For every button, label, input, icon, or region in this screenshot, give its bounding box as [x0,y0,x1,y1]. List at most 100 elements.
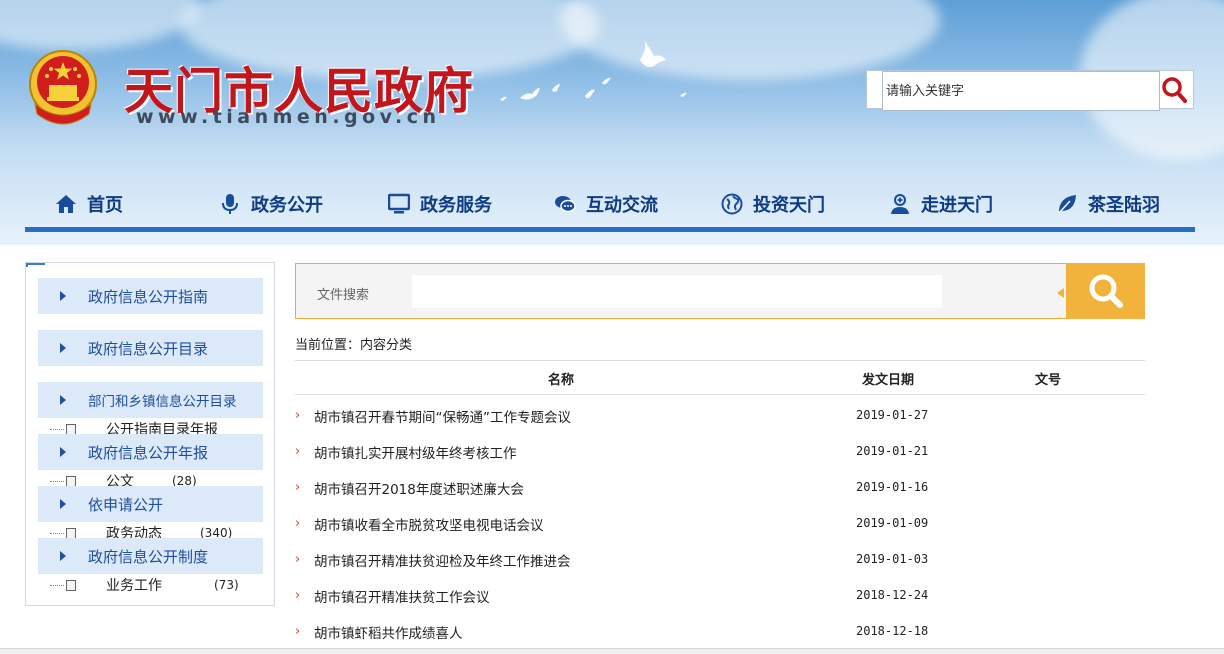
search-icon [1089,274,1123,308]
nav-item-about-tianmen[interactable]: 走进天门 [889,185,993,223]
sidebar-item-label: 部门和乡镇信息公开目录 [88,394,237,410]
monitor-icon [388,193,410,214]
article-link[interactable]: 胡市镇召开精准扶贫迎检及年终工作推进会 [314,550,571,570]
nav-label: 政务服务 [420,195,492,216]
file-search-input[interactable] [412,275,942,308]
caret-right-icon [60,499,66,509]
sidebar-item-label: 政府信息公开年报 [88,443,209,462]
caret-right-icon [60,291,66,301]
nav-label: 投资天门 [753,195,825,216]
document-icon [66,527,76,539]
article-date: 2019-01-09 [856,516,929,530]
sidebar-item-disclosure-catalog[interactable]: 政府信息公开目录 [38,330,263,366]
arrow-right-icon: › [295,588,301,603]
table-row: › 胡市镇收看全市脱贫攻坚电视电话会议 2019-01-09 [295,511,1145,547]
file-search-caret [1057,288,1064,298]
caret-right-icon [60,447,66,457]
sidebar-corner-decoration [26,263,45,267]
article-link[interactable]: 胡市镇召开精准扶贫工作会议 [314,586,490,606]
article-date: 2018-12-18 [856,624,929,638]
sidebar-item-disclosure-system[interactable]: 政府信息公开制度 [38,538,263,574]
article-date: 2019-01-03 [856,552,929,566]
nav-divider-bar [25,227,1195,232]
column-header-number: 文号 [1035,373,1062,388]
arrow-right-icon: › [295,408,301,423]
article-link[interactable]: 胡市镇召开2018年度述职述廉大会 [314,478,524,498]
tree-item-count: (73) [214,578,239,592]
nav-label: 互动交流 [586,195,658,216]
divider [295,394,1145,395]
table-row: › 胡市镇召开春节期间“保畅通”工作专题会议 2019-01-27 [295,403,1145,439]
search-icon[interactable] [1160,75,1190,105]
tree-branch-line [50,532,64,534]
table-row: › 胡市镇召开2018年度述职述廉大会 2019-01-16 [295,475,1145,511]
sidebar-item-label: 政府信息公开制度 [88,547,209,566]
nav-label: 政务公开 [251,195,323,216]
sidebar-item-label: 政府信息公开指南 [88,287,209,306]
file-search-bar: 文件搜索 [295,263,1145,319]
arrow-right-icon: › [295,516,301,531]
sidebar-item-disclosure-guide[interactable]: 政府信息公开指南 [38,278,263,314]
sidebar-item-annual-report[interactable]: 政府信息公开年报 [38,434,263,470]
nav-item-tea-sage-lu-yu[interactable]: 茶圣陆羽 [1056,185,1160,223]
caret-right-icon [60,551,66,561]
home-icon [56,195,76,213]
nav-label: 走进天门 [921,195,993,216]
nav-item-interaction[interactable]: 互动交流 [554,185,658,223]
article-date: 2019-01-16 [856,480,929,494]
article-link[interactable]: 胡市镇扎实开展村级年终考核工作 [314,442,517,462]
site-url: www.tianmen.gov.cn [136,106,441,128]
site-search-box [866,70,1194,111]
nav-item-invest-tianmen[interactable]: 投资天门 [721,185,825,223]
microphone-icon [222,194,238,214]
cloud-decoration [0,0,200,50]
breadcrumb: 当前位置：内容分类 [295,338,413,353]
article-date: 2019-01-21 [856,444,929,458]
nav-item-government-services[interactable]: 政务服务 [388,185,492,223]
sidebar: 公开指南目录年报 公文 (28) 政务动态 (340) 业务工作 (73) 政府… [25,262,275,606]
doves-decoration-icon [500,40,687,101]
main-nav: 首页 政务公开 政务服务 互动交流 投资天门 走进天门 茶圣陆羽 [25,185,1195,227]
sidebar-item-label: 政府信息公开目录 [88,339,209,358]
document-icon [66,423,76,435]
nav-label: 茶圣陆羽 [1088,195,1160,216]
chat-bubble-icon [555,196,576,213]
article-date: 2019-01-27 [856,408,929,422]
sidebar-item-department-township-catalog[interactable]: 部门和乡镇信息公开目录 [38,382,263,418]
table-row: › 胡市镇召开精准扶贫工作会议 2018-12-24 [295,583,1145,619]
arrow-right-icon: › [295,480,301,495]
document-icon [66,579,76,591]
tree-item-label: 业务工作 [106,578,162,594]
caret-right-icon [60,395,66,405]
divider [295,360,1145,361]
national-emblem-icon [29,50,97,125]
user-plus-icon [891,194,909,214]
site-header: 天门市人民政府 www.tianmen.gov.cn 首页 政务公开 [0,0,1224,245]
globe-icon [721,193,743,215]
site-search-input[interactable] [882,71,1160,111]
article-link[interactable]: 胡市镇虾稻共作成绩喜人 [314,622,463,642]
sidebar-item-label: 依申请公开 [88,495,164,514]
article-link[interactable]: 胡市镇收看全市脱贫攻坚电视电话会议 [314,514,544,534]
article-date: 2018-12-24 [856,588,929,602]
nav-label: 首页 [87,195,123,216]
file-search-button[interactable] [1066,263,1145,319]
caret-right-icon [60,343,66,353]
arrow-right-icon: › [295,444,301,459]
arrow-right-icon: › [295,552,301,567]
tree-item-business-work[interactable]: 业务工作 (73) [50,575,239,595]
tree-branch-line [50,584,64,586]
nav-item-home[interactable]: 首页 [55,185,123,223]
article-link[interactable]: 胡市镇召开春节期间“保畅通”工作专题会议 [314,406,571,426]
arrow-right-icon: › [295,624,301,639]
nav-item-government-affairs-open[interactable]: 政务公开 [219,185,323,223]
leaf-icon [1058,195,1076,214]
tree-branch-line [50,428,64,430]
sidebar-item-request-disclosure[interactable]: 依申请公开 [38,486,263,522]
column-header-name: 名称 [548,373,575,388]
bottom-status-strip [0,648,1224,654]
table-row: › 胡市镇召开精准扶贫迎检及年终工作推进会 2019-01-03 [295,547,1145,583]
document-icon [66,475,76,487]
tree-branch-line [50,480,64,482]
column-header-date: 发文日期 [862,373,915,388]
